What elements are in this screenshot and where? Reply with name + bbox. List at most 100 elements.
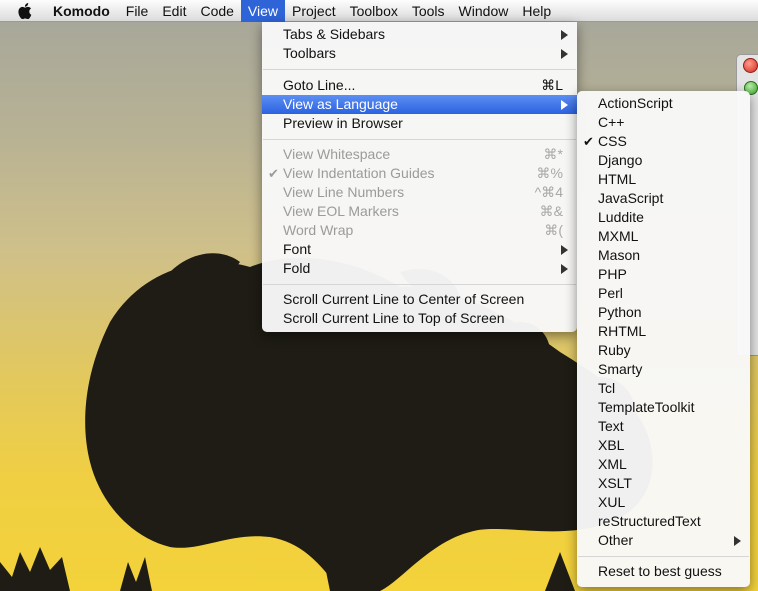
menu-edit[interactable]: Edit [155,0,193,22]
menu-help[interactable]: Help [515,0,558,22]
menu-code[interactable]: Code [193,0,240,22]
menu-item-shortcut: ⌘% [536,165,563,181]
language-item-perl[interactable]: Perl [577,284,750,303]
menu-item-label: Word Wrap [283,222,354,238]
menu-item-scroll-center[interactable]: Scroll Current Line to Center of Screen [262,290,577,309]
submenu-arrow-icon [561,49,568,59]
submenu-arrow-icon [561,100,568,110]
menu-item-label: Fold [283,260,311,276]
menu-file[interactable]: File [119,0,156,22]
language-item-tcl[interactable]: Tcl [577,379,750,398]
menu-item-view-indentation-guides[interactable]: ✔ View Indentation Guides ⌘% [262,164,577,183]
language-item-luddite[interactable]: Luddite [577,208,750,227]
menu-item-label: Scroll Current Line to Center of Screen [283,291,525,307]
language-item-cpp[interactable]: C++ [577,113,750,132]
language-label: Perl [598,285,623,301]
menu-item-reset-best-guess[interactable]: Reset to best guess [577,562,750,581]
language-item-mxml[interactable]: MXML [577,227,750,246]
submenu-arrow-icon [561,264,568,274]
menu-item-view-whitespace[interactable]: View Whitespace ⌘* [262,145,577,164]
submenu-arrow-icon [561,30,568,40]
language-item-html[interactable]: HTML [577,170,750,189]
menu-item-label: View as Language [283,96,398,112]
menu-item-tabs-sidebars[interactable]: Tabs & Sidebars [262,25,577,44]
language-label: XML [598,456,627,472]
menu-item-label: View Whitespace [283,146,391,162]
menu-separator [263,69,576,70]
menu-item-view-eol-markers[interactable]: View EOL Markers ⌘& [262,202,577,221]
language-item-other[interactable]: Other [577,531,750,550]
checkmark-icon: ✔ [268,166,279,181]
menu-item-toolbars[interactable]: Toolbars [262,44,577,63]
menu-item-word-wrap[interactable]: Word Wrap ⌘( [262,221,577,240]
language-label: RHTML [598,323,647,339]
menu-item-label: Tabs & Sidebars [283,26,385,42]
language-label: Mason [598,247,641,263]
menu-item-label: View EOL Markers [283,203,399,219]
menu-item-goto-line[interactable]: Goto Line... ⌘L [262,76,577,95]
language-label: Smarty [598,361,643,377]
submenu-arrow-icon [734,536,741,546]
language-item-xslt[interactable]: XSLT [577,474,750,493]
language-label: XSLT [598,475,632,491]
submenu-arrow-icon [561,245,568,255]
language-item-restructuredtext[interactable]: reStructuredText [577,512,750,531]
language-label: reStructuredText [598,513,701,529]
language-label: HTML [598,171,637,187]
language-item-xul[interactable]: XUL [577,493,750,512]
language-label: TemplateToolkit [598,399,695,415]
menu-item-view-line-numbers[interactable]: View Line Numbers ^⌘4 [262,183,577,202]
language-item-mason[interactable]: Mason [577,246,750,265]
menu-separator [263,139,576,140]
language-item-text[interactable]: Text [577,417,750,436]
menu-view[interactable]: View [240,0,286,22]
language-item-smarty[interactable]: Smarty [577,360,750,379]
menu-item-label: View Line Numbers [283,184,405,200]
language-label: Ruby [598,342,631,358]
menu-window[interactable]: Window [452,0,516,22]
menu-item-shortcut: ⌘L [541,77,563,93]
language-label: Other [598,532,634,548]
menu-item-scroll-top[interactable]: Scroll Current Line to Top of Screen [262,309,577,328]
menu-toolbox[interactable]: Toolbox [343,0,405,22]
menu-item-shortcut: ⌘* [543,146,563,162]
window-close-icon[interactable] [743,58,758,73]
menu-item-label: Preview in Browser [283,115,403,131]
language-item-javascript[interactable]: JavaScript [577,189,750,208]
menu-item-view-as-language[interactable]: View as Language [262,95,577,114]
language-item-python[interactable]: Python [577,303,750,322]
language-item-php[interactable]: PHP [577,265,750,284]
menu-item-font[interactable]: Font [262,240,577,259]
menu-item-preview-in-browser[interactable]: Preview in Browser [262,114,577,133]
view-menu-dropdown: Tabs & Sidebars Toolbars Goto Line... ⌘L… [262,22,577,332]
menu-item-label: Scroll Current Line to Top of Screen [283,310,505,326]
language-label: C++ [598,114,625,130]
menu-app-komodo[interactable]: Komodo [45,0,119,22]
language-label: JavaScript [598,190,664,206]
menu-tools[interactable]: Tools [405,0,452,22]
apple-logo-icon[interactable] [18,2,36,19]
language-item-templatetoolkit[interactable]: TemplateToolkit [577,398,750,417]
language-item-xbl[interactable]: XBL [577,436,750,455]
menu-project[interactable]: Project [285,0,343,22]
menu-separator [578,556,749,557]
menu-item-fold[interactable]: Fold [262,259,577,278]
language-item-css[interactable]: ✔ CSS [577,132,750,151]
language-label: Python [598,304,642,320]
language-label: ActionScript [598,95,673,111]
menu-item-label: View Indentation Guides [283,165,435,181]
language-item-actionscript[interactable]: ActionScript [577,94,750,113]
language-item-xml[interactable]: XML [577,455,750,474]
language-label: MXML [598,228,639,244]
language-label: Luddite [598,209,644,225]
language-label: PHP [598,266,627,282]
language-label: CSS [598,133,627,149]
checkmark-icon: ✔ [583,134,594,149]
language-item-rhtml[interactable]: RHTML [577,322,750,341]
language-item-ruby[interactable]: Ruby [577,341,750,360]
menu-separator [263,284,576,285]
language-label: XBL [598,437,625,453]
menu-item-label: Font [283,241,312,257]
menu-item-shortcut: ⌘( [544,222,563,238]
language-item-django[interactable]: Django [577,151,750,170]
